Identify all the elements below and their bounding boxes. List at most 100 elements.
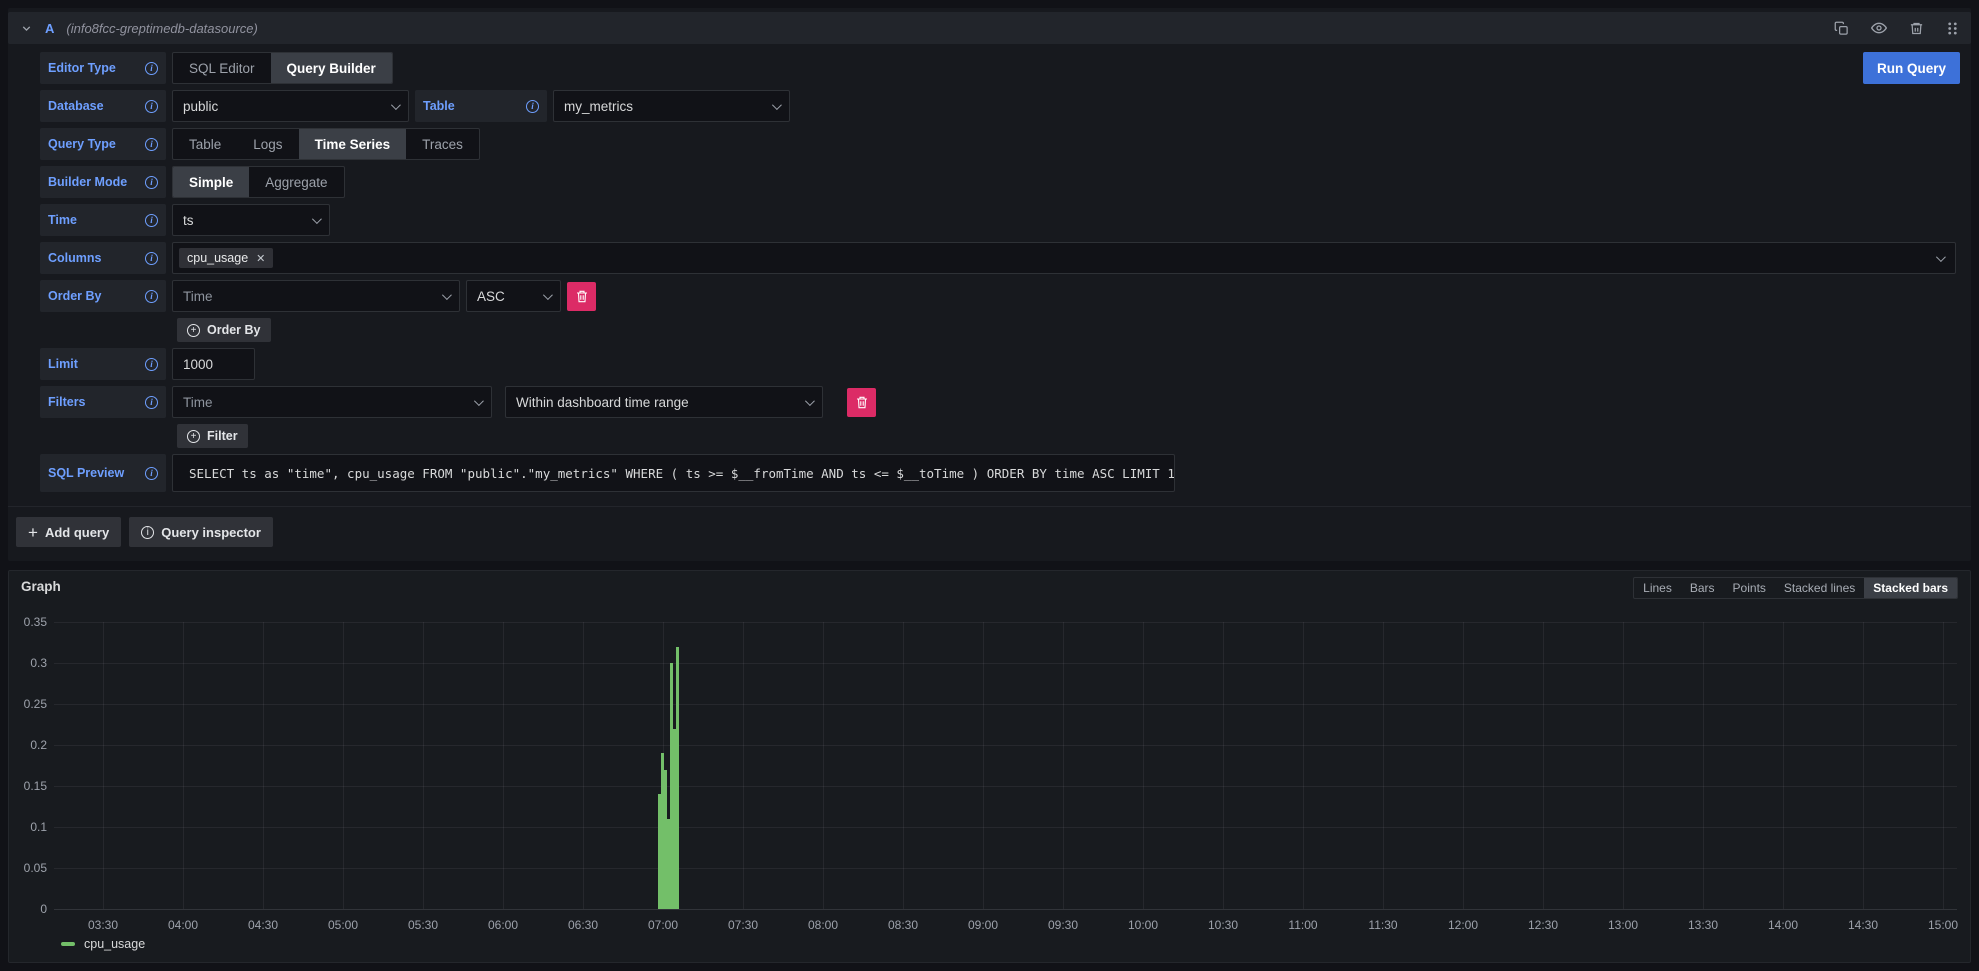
x-axis-tick-label: 05:00	[311, 918, 375, 932]
x-gridline	[1223, 622, 1224, 909]
info-icon: i	[145, 467, 158, 480]
query-inspector-button[interactable]: i Query inspector	[129, 517, 273, 547]
add-order-by-button[interactable]: + Order By	[177, 318, 271, 342]
mode-tab-stacked-lines[interactable]: Stacked lines	[1775, 578, 1864, 598]
x-gridline	[743, 622, 744, 909]
time-column-select[interactable]: ts	[172, 204, 330, 236]
mode-tab-points[interactable]: Points	[1724, 578, 1775, 598]
x-gridline	[823, 622, 824, 909]
filters-label: Filters i	[40, 386, 166, 418]
x-gridline	[1863, 622, 1864, 909]
order-by-direction-select[interactable]: ASC	[466, 280, 561, 312]
drag-handle-icon[interactable]	[1946, 21, 1959, 36]
x-gridline	[1383, 622, 1384, 909]
radio-option-logs[interactable]: Logs	[237, 129, 298, 159]
sql-preview-label: SQL Preview i	[40, 454, 166, 492]
x-axis-tick-label: 08:00	[791, 918, 855, 932]
info-icon: i	[145, 252, 158, 265]
database-label: Database i	[40, 90, 166, 122]
x-axis-tick-label: 12:30	[1511, 918, 1575, 932]
y-axis-tick-label: 0.1	[9, 820, 47, 834]
filter-condition-select[interactable]: Within dashboard time range	[505, 386, 823, 418]
radio-option-sql-editor[interactable]: SQL Editor	[173, 53, 271, 83]
legend-item-cpu-usage[interactable]: cpu_usage	[61, 937, 145, 951]
info-icon: i	[145, 138, 158, 151]
query-editor-footer: + Add query i Query inspector	[8, 506, 1971, 547]
x-axis-tick-label: 06:00	[471, 918, 535, 932]
info-icon: i	[526, 100, 539, 113]
mode-tab-bars[interactable]: Bars	[1681, 578, 1724, 598]
time-label: Time i	[40, 204, 166, 236]
limit-input[interactable]: 1000	[172, 348, 255, 380]
y-gridline	[54, 622, 1957, 623]
radio-option-table[interactable]: Table	[173, 129, 237, 159]
x-gridline	[583, 622, 584, 909]
x-gridline	[103, 622, 104, 909]
table-select[interactable]: my_metrics	[553, 90, 790, 122]
hide-response-eye-icon[interactable]	[1871, 20, 1887, 36]
x-gridline	[1463, 622, 1464, 909]
x-gridline	[1703, 622, 1704, 909]
y-gridline	[54, 663, 1957, 664]
info-icon: i	[145, 290, 158, 303]
remove-query-trash-icon[interactable]	[1909, 21, 1924, 36]
collapse-chevron-icon[interactable]	[20, 22, 33, 35]
info-icon: i	[145, 62, 158, 75]
bar-cpu_usage-07:06	[676, 647, 679, 909]
order-by-label: Order By i	[40, 280, 166, 312]
chevron-down-icon	[391, 100, 401, 110]
x-axis-tick-label: 04:30	[231, 918, 295, 932]
radio-option-traces[interactable]: Traces	[406, 129, 479, 159]
y-axis-tick-label: 0.2	[9, 738, 47, 752]
add-query-button[interactable]: + Add query	[16, 517, 121, 547]
columns-multiselect[interactable]: cpu_usage ✕	[172, 242, 1956, 274]
x-axis-tick-label: 14:30	[1831, 918, 1895, 932]
chevron-down-icon	[543, 290, 553, 300]
builder-mode-radio-group: SimpleAggregate	[172, 166, 345, 198]
y-gridline	[54, 909, 1957, 910]
chevron-down-icon	[474, 396, 484, 406]
x-axis-tick-label: 15:00	[1911, 918, 1975, 932]
chevron-down-icon	[312, 214, 322, 224]
y-gridline	[54, 827, 1957, 828]
x-gridline	[343, 622, 344, 909]
y-axis-tick-label: 0.3	[9, 656, 47, 670]
x-gridline	[423, 622, 424, 909]
run-query-button[interactable]: Run Query	[1863, 52, 1960, 84]
order-by-field-select[interactable]: Time	[172, 280, 460, 312]
y-gridline	[54, 704, 1957, 705]
chevron-down-icon	[805, 396, 815, 406]
column-chip-cpu-usage[interactable]: cpu_usage ✕	[179, 248, 273, 268]
x-axis-tick-label: 11:00	[1271, 918, 1335, 932]
duplicate-query-icon[interactable]	[1834, 21, 1849, 36]
radio-option-aggregate[interactable]: Aggregate	[249, 167, 343, 197]
x-gridline	[1543, 622, 1544, 909]
trash-icon	[856, 396, 868, 409]
x-gridline	[1303, 622, 1304, 909]
x-gridline	[983, 622, 984, 909]
database-select[interactable]: public	[172, 90, 409, 122]
remove-chip-icon[interactable]: ✕	[256, 252, 265, 265]
x-axis-tick-label: 04:00	[151, 918, 215, 932]
query-type-label: Query Type i	[40, 128, 166, 160]
query-editor-card: A (info8fcc-greptimedb-datasource) Edito…	[8, 8, 1971, 561]
filter-field-select[interactable]: Time	[172, 386, 492, 418]
mode-tab-stacked-bars[interactable]: Stacked bars	[1864, 578, 1957, 598]
mode-tab-lines[interactable]: Lines	[1634, 578, 1681, 598]
radio-option-simple[interactable]: Simple	[173, 167, 249, 197]
remove-filter-button[interactable]	[847, 388, 876, 417]
chevron-down-icon	[1936, 252, 1946, 262]
radio-option-time-series[interactable]: Time Series	[299, 129, 407, 159]
panel-title: Graph	[21, 579, 61, 594]
x-gridline	[903, 622, 904, 909]
x-axis-tick-label: 12:00	[1431, 918, 1495, 932]
remove-order-by-button[interactable]	[567, 282, 596, 311]
query-row-header[interactable]: A (info8fcc-greptimedb-datasource)	[8, 12, 1971, 44]
builder-mode-label: Builder Mode i	[40, 166, 166, 198]
add-filter-button[interactable]: + Filter	[177, 424, 248, 448]
y-axis-tick-label: 0	[9, 902, 47, 916]
query-ref-id: A	[45, 21, 54, 36]
radio-option-query-builder[interactable]: Query Builder	[271, 53, 392, 83]
query-type-radio-group: TableLogsTime SeriesTraces	[172, 128, 480, 160]
datasource-name: (info8fcc-greptimedb-datasource)	[66, 21, 257, 36]
